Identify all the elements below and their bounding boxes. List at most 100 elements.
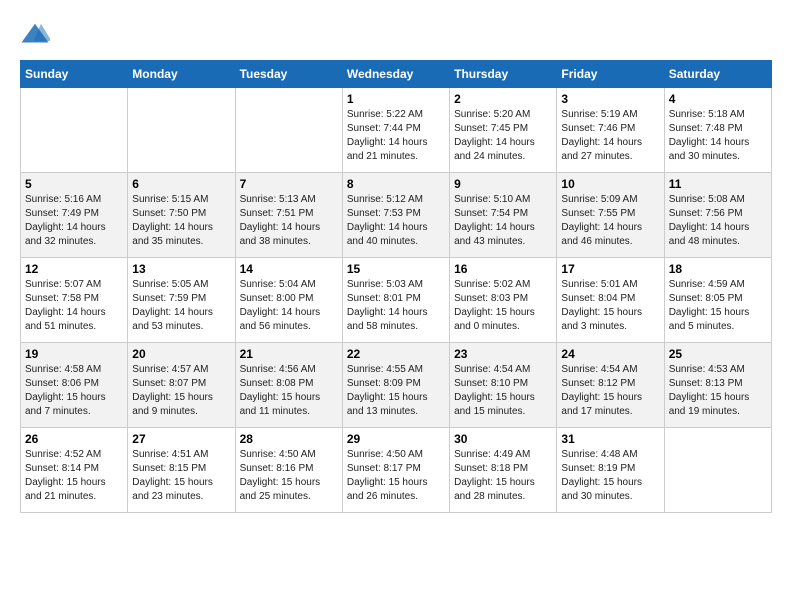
day-info: Sunrise: 5:04 AM Sunset: 8:00 PM Dayligh… [240,278,338,334]
day-number: 14 [240,262,338,276]
day-number: 4 [669,92,767,106]
calendar-cell: 7Sunrise: 5:13 AM Sunset: 7:51 PM Daylig… [235,173,342,258]
day-info: Sunrise: 5:16 AM Sunset: 7:49 PM Dayligh… [25,193,123,249]
calendar-cell: 20 Sunrise: 4:57 AM Sunset: 8:07 PM Dayli… [128,343,235,428]
calendar-cell: 22 Sunrise: 4:55 AM Sunset: 8:09 PM Dayli… [342,343,449,428]
calendar-cell [235,88,342,173]
day-number: 9 [454,177,552,191]
calendar-cell: 21 Sunrise: 4:56 AM Sunset: 8:08 PM Dayli… [235,343,342,428]
calendar-cell: 10Sunrise: 5:09 AM Sunset: 7:55 PM Dayli… [557,173,664,258]
day-info: Sunrise: 5:07 AM Sunset: 7:58 PM Dayligh… [25,278,123,334]
week-row-5: 26 Sunrise: 4:52 AM Sunset: 8:14 PM Dayli… [21,428,772,513]
day-info: Sunrise: 4:53 AM Sunset: 8:13 PM Dayligh… [669,363,767,419]
day-number: 21 [240,347,338,361]
day-info: Sunrise: 4:52 AM Sunset: 8:14 PM Dayligh… [25,448,123,504]
day-info: Sunrise: 5:08 AM Sunset: 7:56 PM Dayligh… [669,193,767,249]
calendar-cell: 13 Sunrise: 5:05 AM Sunset: 7:59 PM Dayli… [128,258,235,343]
day-info: Sunrise: 4:59 AM Sunset: 8:05 PM Dayligh… [669,278,767,334]
day-number: 24 [561,347,659,361]
day-info: Sunrise: 4:56 AM Sunset: 8:08 PM Dayligh… [240,363,338,419]
day-number: 23 [454,347,552,361]
calendar-cell: 8 Sunrise: 5:12 AM Sunset: 7:53 PM Daylig… [342,173,449,258]
day-info: Sunrise: 5:05 AM Sunset: 7:59 PM Dayligh… [132,278,230,334]
calendar-cell: 28Sunrise: 4:50 AM Sunset: 8:16 PM Dayli… [235,428,342,513]
day-info: Sunrise: 5:09 AM Sunset: 7:55 PM Dayligh… [561,193,659,249]
calendar-cell: 11 Sunrise: 5:08 AM Sunset: 7:56 PM Dayli… [664,173,771,258]
days-header-row: SundayMondayTuesdayWednesdayThursdayFrid… [21,61,772,88]
day-number: 19 [25,347,123,361]
day-number: 17 [561,262,659,276]
calendar-cell [21,88,128,173]
day-header-wednesday: Wednesday [342,61,449,88]
day-number: 13 [132,262,230,276]
calendar-cell: 27Sunrise: 4:51 AM Sunset: 8:15 PM Dayli… [128,428,235,513]
calendar-cell: 17 Sunrise: 5:01 AM Sunset: 8:04 PM Dayli… [557,258,664,343]
day-info: Sunrise: 5:12 AM Sunset: 7:53 PM Dayligh… [347,193,445,249]
day-number: 12 [25,262,123,276]
calendar-cell [128,88,235,173]
day-info: Sunrise: 4:57 AM Sunset: 8:07 PM Dayligh… [132,363,230,419]
day-number: 5 [25,177,123,191]
calendar-cell: 9Sunrise: 5:10 AM Sunset: 7:54 PM Daylig… [450,173,557,258]
day-header-tuesday: Tuesday [235,61,342,88]
calendar-table: SundayMondayTuesdayWednesdayThursdayFrid… [20,60,772,513]
day-number: 25 [669,347,767,361]
day-header-sunday: Sunday [21,61,128,88]
calendar-cell: 30 Sunrise: 4:49 AM Sunset: 8:18 PM Dayli… [450,428,557,513]
calendar-cell: 18Sunrise: 4:59 AM Sunset: 8:05 PM Dayli… [664,258,771,343]
day-header-monday: Monday [128,61,235,88]
day-info: Sunrise: 4:49 AM Sunset: 8:18 PM Dayligh… [454,448,552,504]
calendar-cell: 12 Sunrise: 5:07 AM Sunset: 7:58 PM Dayli… [21,258,128,343]
day-info: Sunrise: 4:50 AM Sunset: 8:16 PM Dayligh… [240,448,338,504]
day-number: 26 [25,432,123,446]
week-row-1: 1 Sunrise: 5:22 AM Sunset: 7:44 PM Daylig… [21,88,772,173]
calendar-cell: 6 Sunrise: 5:15 AM Sunset: 7:50 PM Daylig… [128,173,235,258]
week-row-3: 12 Sunrise: 5:07 AM Sunset: 7:58 PM Dayli… [21,258,772,343]
day-info: Sunrise: 5:01 AM Sunset: 8:04 PM Dayligh… [561,278,659,334]
day-info: Sunrise: 4:48 AM Sunset: 8:19 PM Dayligh… [561,448,659,504]
calendar-cell: 4 Sunrise: 5:18 AM Sunset: 7:48 PM Daylig… [664,88,771,173]
week-row-4: 19 Sunrise: 4:58 AM Sunset: 8:06 PM Dayli… [21,343,772,428]
day-info: Sunrise: 4:54 AM Sunset: 8:12 PM Dayligh… [561,363,659,419]
day-info: Sunrise: 4:51 AM Sunset: 8:15 PM Dayligh… [132,448,230,504]
calendar-cell: 16 Sunrise: 5:02 AM Sunset: 8:03 PM Dayli… [450,258,557,343]
day-header-friday: Friday [557,61,664,88]
day-number: 29 [347,432,445,446]
day-info: Sunrise: 5:19 AM Sunset: 7:46 PM Dayligh… [561,108,659,164]
day-info: Sunrise: 4:58 AM Sunset: 8:06 PM Dayligh… [25,363,123,419]
day-info: Sunrise: 4:55 AM Sunset: 8:09 PM Dayligh… [347,363,445,419]
day-header-saturday: Saturday [664,61,771,88]
day-number: 3 [561,92,659,106]
day-number: 7 [240,177,338,191]
calendar-cell: 24 Sunrise: 4:54 AM Sunset: 8:12 PM Dayli… [557,343,664,428]
day-info: Sunrise: 4:50 AM Sunset: 8:17 PM Dayligh… [347,448,445,504]
calendar-cell: 3 Sunrise: 5:19 AM Sunset: 7:46 PM Daylig… [557,88,664,173]
day-info: Sunrise: 5:03 AM Sunset: 8:01 PM Dayligh… [347,278,445,334]
day-number: 16 [454,262,552,276]
day-info: Sunrise: 5:20 AM Sunset: 7:45 PM Dayligh… [454,108,552,164]
day-number: 8 [347,177,445,191]
calendar-cell: 25 Sunrise: 4:53 AM Sunset: 8:13 PM Dayli… [664,343,771,428]
day-info: Sunrise: 5:02 AM Sunset: 8:03 PM Dayligh… [454,278,552,334]
day-number: 1 [347,92,445,106]
calendar-cell: 14 Sunrise: 5:04 AM Sunset: 8:00 PM Dayli… [235,258,342,343]
day-header-thursday: Thursday [450,61,557,88]
day-info: Sunrise: 5:22 AM Sunset: 7:44 PM Dayligh… [347,108,445,164]
calendar-cell: 29 Sunrise: 4:50 AM Sunset: 8:17 PM Dayli… [342,428,449,513]
day-number: 30 [454,432,552,446]
calendar-cell: 23Sunrise: 4:54 AM Sunset: 8:10 PM Dayli… [450,343,557,428]
calendar-cell: 31Sunrise: 4:48 AM Sunset: 8:19 PM Dayli… [557,428,664,513]
calendar-cell [664,428,771,513]
logo [20,20,54,50]
day-number: 11 [669,177,767,191]
calendar-cell: 1 Sunrise: 5:22 AM Sunset: 7:44 PM Daylig… [342,88,449,173]
week-row-2: 5 Sunrise: 5:16 AM Sunset: 7:49 PM Daylig… [21,173,772,258]
day-number: 2 [454,92,552,106]
day-number: 22 [347,347,445,361]
day-info: Sunrise: 5:15 AM Sunset: 7:50 PM Dayligh… [132,193,230,249]
day-number: 6 [132,177,230,191]
calendar-cell: 5 Sunrise: 5:16 AM Sunset: 7:49 PM Daylig… [21,173,128,258]
day-info: Sunrise: 5:18 AM Sunset: 7:48 PM Dayligh… [669,108,767,164]
calendar-cell: 15Sunrise: 5:03 AM Sunset: 8:01 PM Dayli… [342,258,449,343]
day-number: 20 [132,347,230,361]
